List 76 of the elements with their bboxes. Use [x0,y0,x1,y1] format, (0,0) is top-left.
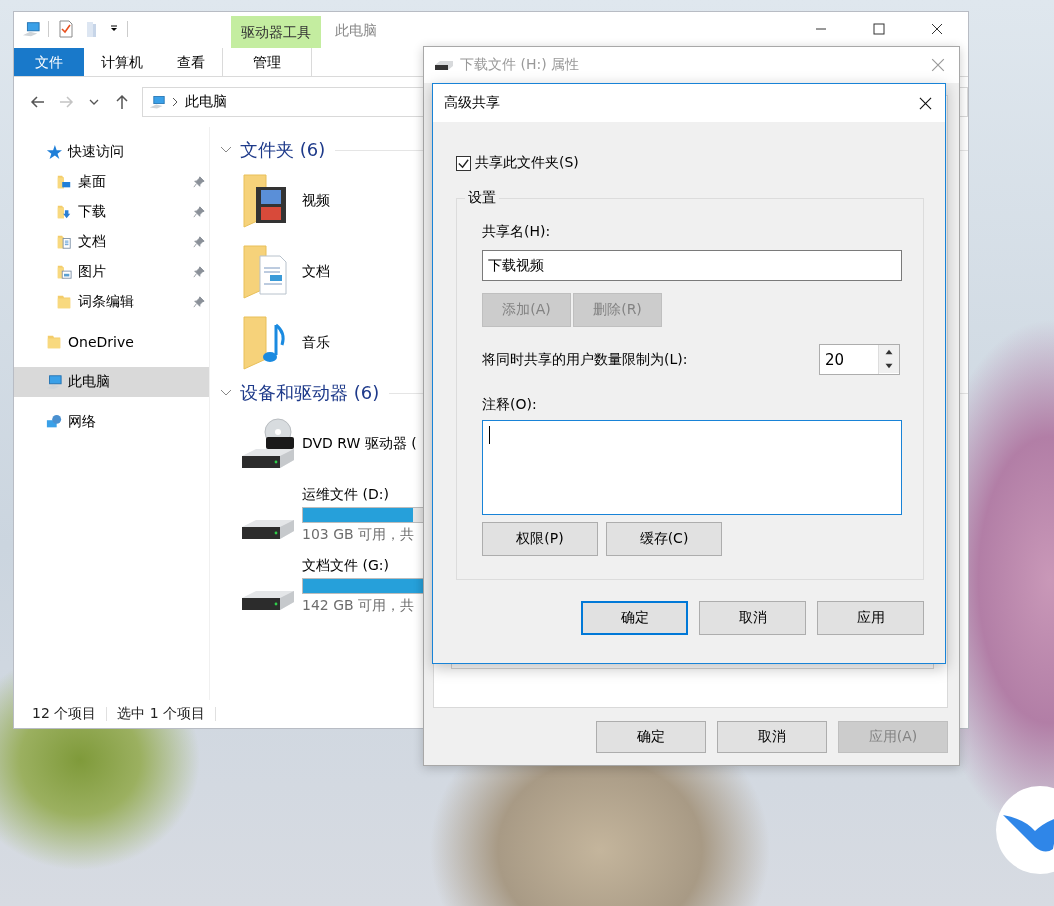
status-text: 选中 1 个项目 [117,705,206,723]
folder-icon [56,204,72,220]
drive-icon [434,59,454,71]
checkbox-label: 共享此文件夹(S) [475,154,579,172]
back-arrow-icon[interactable] [30,94,46,110]
ribbon-tab[interactable]: 文件 [14,48,84,76]
context-tab-group: 驱动器工具 [231,16,321,48]
field-label: 将同时共享的用户数量限制为(L): [482,350,688,369]
up-arrow-icon[interactable] [114,94,130,110]
window-title: 此电脑 [335,22,377,40]
dialog-button[interactable]: 取消 [717,721,827,753]
maximize-icon [873,23,885,35]
drive-free-space: 142 GB 可用，共 [302,596,416,615]
pin-icon [193,296,205,308]
pin-icon [193,266,205,278]
chevron-right-icon [171,97,179,107]
ribbon-tab[interactable]: 计算机 [84,48,160,76]
drive-name: 运维文件 (D:) [302,485,390,504]
spin-up-icon[interactable] [879,345,899,359]
folder-name: 文档 [302,262,330,281]
sidebar-item[interactable]: OneDrive [14,327,209,357]
section-heading: 文件夹 (6) [240,138,326,162]
spin-down-icon[interactable] [879,359,899,373]
dialog-button[interactable]: 取消 [699,601,806,635]
comment-field[interactable] [482,420,902,515]
network-icon [46,414,62,430]
field-label: 注释(O): [482,396,538,414]
folder-name: 视频 [302,191,330,210]
sidebar-item[interactable]: 词条编辑 [14,287,209,317]
computer-icon [46,374,62,390]
dialog-title: 高级共享 [444,94,500,112]
pin-icon [193,176,205,188]
sidebar-item[interactable]: 网络 [14,407,209,437]
close-icon[interactable] [919,96,932,110]
sidebar-item[interactable]: 图片 [14,257,209,287]
pin-icon [193,206,205,218]
sidebar-item[interactable]: 文档 [14,227,209,257]
share-name-field[interactable]: 下载视频 [482,250,902,281]
computer-icon[interactable] [22,20,40,38]
folder-name: 音乐 [302,333,330,352]
close-icon [931,23,943,35]
field-label: 共享名(H): [482,223,552,241]
address-path: 此电脑 [185,93,227,111]
sidebar-item[interactable]: 快速访问 [14,137,209,167]
sidebar-item[interactable]: 此电脑 [14,367,209,397]
folder-icon [56,264,72,280]
checklist-icon[interactable] [57,20,75,38]
ribbon-tab[interactable]: 管理 [222,48,312,76]
drive-name: 文档文件 (G:) [302,556,390,575]
dialog-button[interactable]: 应用 [817,601,924,635]
dropdown-caret-icon[interactable] [109,24,119,34]
star-icon [46,144,62,160]
folder-icon [56,234,72,250]
drive-free-space: 103 GB 可用，共 [302,525,416,544]
pin-icon [193,236,205,248]
sidebar-item[interactable]: 桌面 [14,167,209,197]
status-text: 12 个项目 [32,705,97,723]
folder-icon [56,294,72,310]
bird-app-icon[interactable] [995,785,1054,875]
dialog-button[interactable]: 缓存(C) [606,522,722,556]
window-title: 下载文件 (H:) 属性 [460,56,580,74]
ribbon-tab[interactable]: 查看 [160,48,222,76]
dialog-button[interactable]: 确定 [581,601,688,635]
drive-name: DVD RW 驱动器 ( [302,434,417,453]
chevron-down-icon[interactable] [220,146,232,154]
dialog-button[interactable]: 权限(P) [482,522,598,556]
section-heading: 设备和驱动器 (6) [240,381,380,405]
folder-icon [46,334,62,350]
chevron-down-icon[interactable] [220,389,232,397]
user-limit-spinner[interactable]: 20 [819,344,900,375]
sidebar-item[interactable]: 下载 [14,197,209,227]
folder-icon [56,174,72,190]
computer-icon [149,94,165,110]
dialog-button[interactable]: 确定 [596,721,706,753]
group-title: 设置 [465,189,499,207]
checkbox[interactable] [456,155,471,171]
